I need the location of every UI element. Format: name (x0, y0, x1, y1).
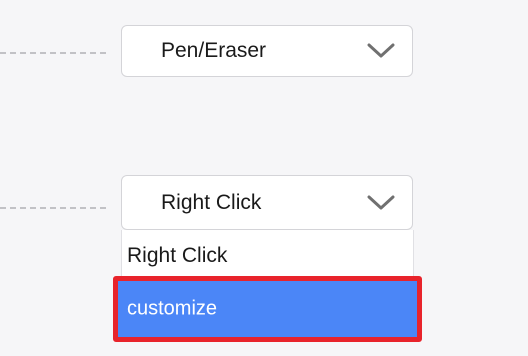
pen-eraser-select[interactable]: Pen/Eraser (121, 25, 413, 77)
select-value: Pen/Eraser (161, 39, 267, 62)
dropdown-menu: Right Click customize (113, 230, 422, 342)
right-click-select[interactable]: Right Click (121, 175, 413, 230)
option-label: customize (127, 297, 218, 320)
chevron-down-icon (366, 42, 396, 60)
select-value: Right Click (161, 190, 262, 214)
dropdown-option-customize[interactable]: customize (113, 276, 422, 342)
leader-line-button (0, 207, 106, 209)
leader-line-pen (0, 52, 106, 54)
dropdown-option-right-click[interactable]: Right Click (121, 230, 414, 282)
option-label: Right Click (127, 244, 228, 267)
chevron-down-icon (366, 194, 396, 212)
